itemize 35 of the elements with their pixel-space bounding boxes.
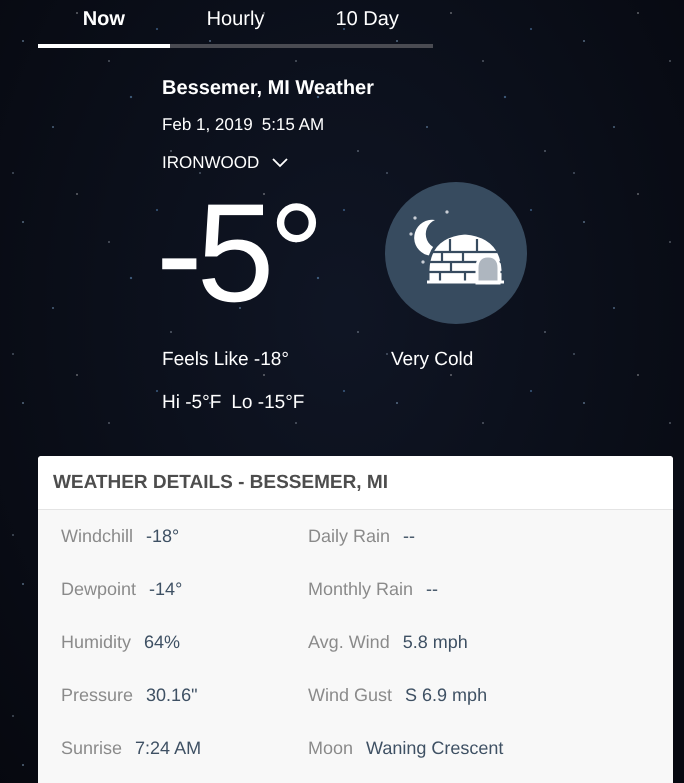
- detail-value: -14°: [149, 579, 182, 600]
- low-temperature: Lo -15°F: [231, 391, 304, 415]
- detail-label: Moon: [308, 738, 354, 759]
- high-temperature: Hi -5°F: [162, 391, 222, 415]
- detail-label: Avg. Wind: [308, 632, 390, 653]
- detail-value: S 6.9 mph: [405, 685, 488, 706]
- detail-value: --: [426, 579, 438, 600]
- tab[interactable]: Hourly: [170, 0, 302, 48]
- detail-value: 5.8 mph: [402, 632, 468, 653]
- detail-label: Pressure: [61, 685, 134, 706]
- igloo-moon-icon: [385, 182, 527, 324]
- detail-label: Windchill: [61, 526, 134, 547]
- condition-text: Very Cold: [390, 348, 474, 372]
- detail-value: 30.16": [146, 685, 198, 706]
- detail-label: Monthly Rain: [308, 579, 414, 600]
- detail-label: Daily Rain: [308, 526, 390, 547]
- current-temperature: -5°: [156, 182, 318, 324]
- detail-value: -18°: [146, 526, 180, 547]
- feels-like-text: Feels Like -18°: [162, 348, 289, 372]
- detail-label: Sunrise: [61, 738, 122, 759]
- tab[interactable]: Now: [38, 0, 170, 48]
- detail-label: Dewpoint: [61, 579, 136, 600]
- page-title: Bessemer, MI Weather: [162, 76, 374, 101]
- tab[interactable]: 10 Day: [301, 0, 434, 48]
- detail-value: --: [403, 526, 416, 547]
- time-text: 5:15 AM: [262, 114, 324, 136]
- detail-value: Waning Crescent: [366, 738, 504, 759]
- chevron-down-icon: [272, 158, 288, 168]
- detail-value: 7:24 AM: [135, 738, 202, 759]
- detail-label: Wind Gust: [308, 685, 392, 706]
- detail-label: Humidity: [61, 632, 132, 653]
- date-text: Feb 1, 2019: [162, 114, 253, 136]
- card-title: WEATHER DETAILS - BESSEMER, MI: [53, 472, 388, 494]
- station-dropdown[interactable]: IRONWOOD: [162, 151, 288, 175]
- detail-value: 64%: [144, 632, 180, 653]
